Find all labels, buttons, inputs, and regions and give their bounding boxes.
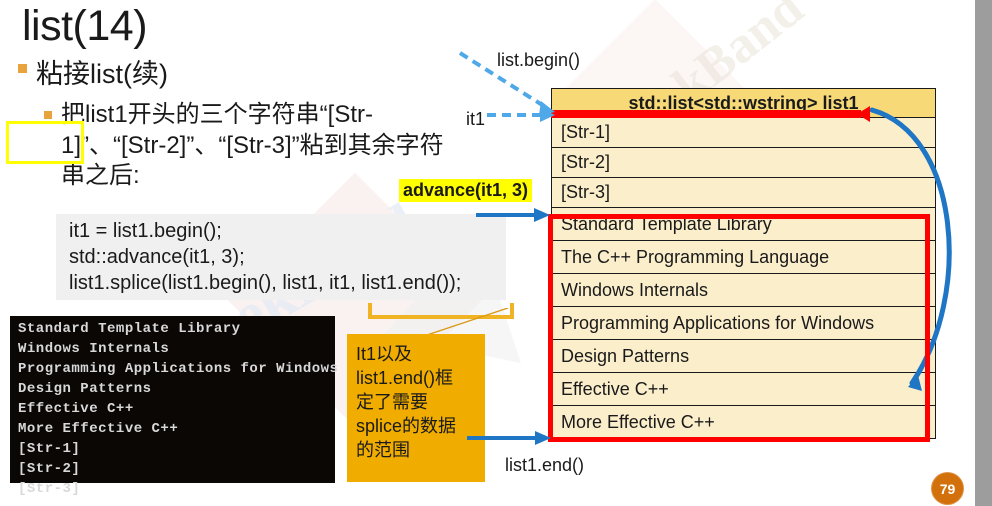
console-line: [Str-2] <box>18 461 81 477</box>
code-line-1: it1 = list1.begin(); <box>69 220 222 242</box>
note-line: It1以及 <box>356 344 413 364</box>
splice-range-box <box>548 214 930 442</box>
page-title: list(14) <box>22 2 148 50</box>
console-highlight-box <box>6 121 84 164</box>
advance-arrow-icon <box>476 208 550 222</box>
console-line: Design Patterns <box>18 381 152 397</box>
end-arrow-icon <box>467 431 551 445</box>
annotation-note: It1以及 list1.end()框 定了需要 splice的数据 的范围 <box>347 334 485 482</box>
code-block: it1 = list1.begin(); std::advance(it1, 3… <box>56 214 506 300</box>
bullet-square-icon <box>44 111 52 119</box>
label-list-end: list1.end() <box>505 455 585 475</box>
note-line: list1.end()框 <box>356 368 454 388</box>
console-output: Standard Template Library Windows Intern… <box>10 316 339 497</box>
page-number-badge: 79 <box>931 472 964 505</box>
code-line-2: std::advance(it1, 3); <box>69 246 245 268</box>
label-list-begin: list.begin() <box>497 50 581 70</box>
console-line: [Str-3] <box>18 481 81 497</box>
bullet-level-1: 粘接list(续) <box>18 52 488 91</box>
console-line: Effective C++ <box>18 401 134 417</box>
label-it1: it1 <box>466 109 486 129</box>
code-line-3: list1.splice(list1.begin(), list1, it1, … <box>69 272 462 294</box>
console-line: More Effective C++ <box>18 421 179 437</box>
console-line: [Str-1] <box>18 441 81 457</box>
bullet-square-icon <box>18 64 27 73</box>
bullet-level-1-label: 粘接list(续) <box>36 59 168 89</box>
console-line: Windows Internals <box>18 341 170 357</box>
slide-canvas: GeekBand GeekBand list(14) 粘接list(续) 把li… <box>0 0 992 506</box>
note-line: 定了需要 <box>356 392 428 412</box>
splice-insert-marker <box>551 110 861 118</box>
console-line: Programming Applications for Windows <box>18 361 339 377</box>
console-line: Standard Template Library <box>18 321 241 337</box>
label-advance: advance(it1, 3) <box>399 179 533 202</box>
splice-insert-arrow-icon <box>857 106 870 122</box>
